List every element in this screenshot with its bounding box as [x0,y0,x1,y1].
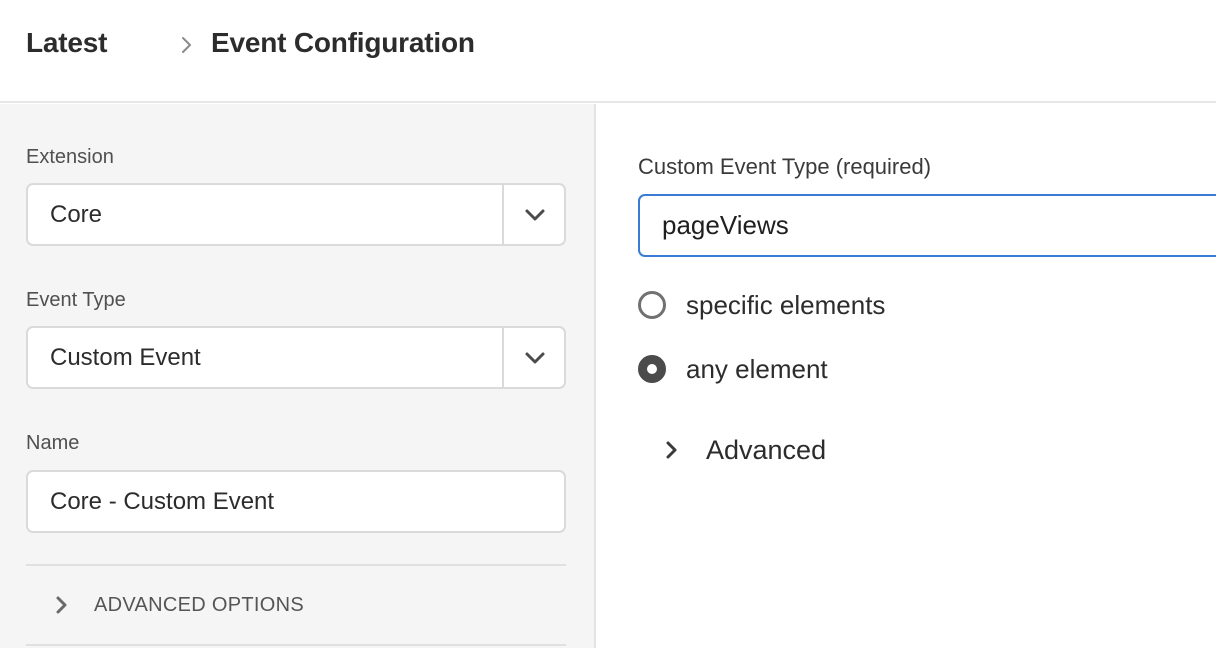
page-header: Latest Event Configuration [0,0,1216,103]
radio-specific-elements[interactable]: specific elements [638,290,885,320]
chevron-down-icon [525,352,545,364]
event-type-label: Event Type [26,289,126,311]
radio-any-element-label: any element [686,353,828,384]
radio-unchecked-icon[interactable] [638,291,666,319]
advanced-toggle[interactable]: Advanced [664,432,826,468]
divider [26,644,566,646]
radio-any-element[interactable]: any element [638,354,828,384]
custom-event-type-label: Custom Event Type (required) [638,154,932,179]
event-type-value: Custom Event [50,344,201,371]
event-type-picker[interactable]: Custom Event [26,326,566,389]
extension-value: Core [50,201,103,228]
breadcrumb-event-configuration: Event Configuration [211,27,475,58]
extension-dropdown-button[interactable] [502,185,564,244]
divider [26,564,566,566]
advanced-label: Advanced [706,434,827,465]
chevron-right-icon [182,37,191,53]
advanced-options-toggle[interactable]: ADVANCED OPTIONS [54,588,304,622]
name-label: Name [26,432,80,454]
chevron-right-icon [56,596,67,614]
custom-event-type-input[interactable] [638,194,1216,257]
extension-picker[interactable]: Core [26,183,566,246]
chevron-right-icon [666,441,677,459]
radio-specific-elements-label: specific elements [686,289,886,320]
extension-label: Extension [26,146,114,168]
chevron-down-icon [525,209,545,221]
advanced-options-label: ADVANCED OPTIONS [94,593,305,616]
name-input[interactable] [26,470,566,533]
radio-checked-icon[interactable] [638,355,666,383]
event-type-dropdown-button[interactable] [502,328,564,387]
breadcrumb-latest[interactable]: Latest [26,27,107,59]
